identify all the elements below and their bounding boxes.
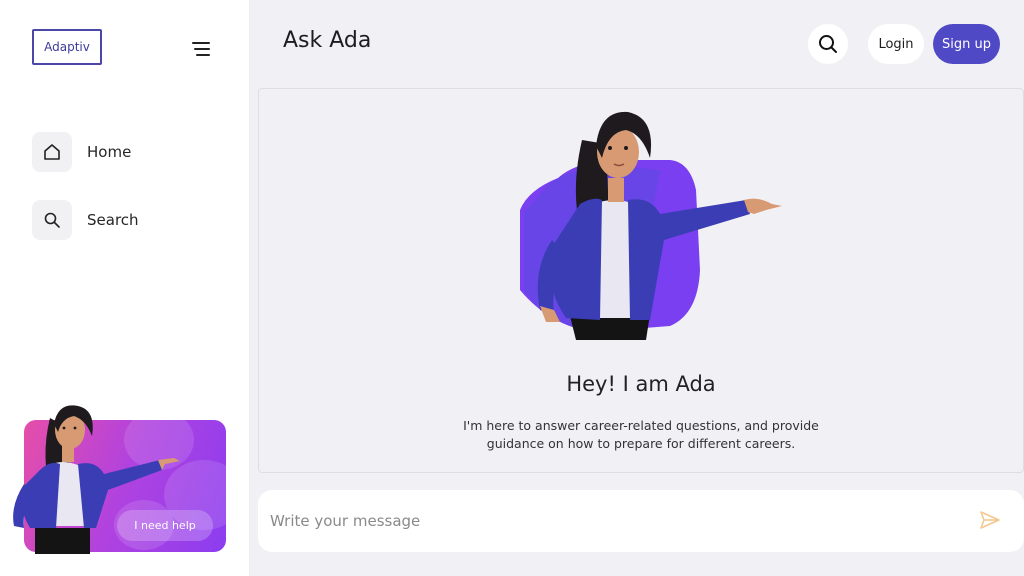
help-button[interactable]: I need help bbox=[117, 510, 213, 541]
hero-greeting: Hey! I am Ada bbox=[566, 372, 716, 396]
search-icon bbox=[32, 200, 72, 240]
sidebar-item-label: Home bbox=[87, 143, 132, 161]
page-title: Ask Ada bbox=[283, 28, 372, 53]
menu-toggle-icon[interactable] bbox=[188, 38, 214, 60]
sidebar-item-search[interactable]: Search bbox=[32, 200, 139, 240]
message-input[interactable] bbox=[270, 512, 950, 530]
message-composer bbox=[258, 490, 1024, 552]
sidebar: Adaptiv Home Search I need help bbox=[0, 0, 250, 576]
search-icon bbox=[819, 35, 837, 53]
sidebar-item-home[interactable]: Home bbox=[32, 132, 131, 172]
hero-description: I'm here to answer career-related questi… bbox=[463, 418, 819, 451]
login-button[interactable]: Login bbox=[868, 24, 924, 64]
signup-button[interactable]: Sign up bbox=[933, 24, 1000, 64]
home-icon bbox=[32, 132, 72, 172]
send-icon[interactable] bbox=[978, 508, 1002, 532]
sidebar-item-label: Search bbox=[87, 211, 139, 229]
ada-avatar bbox=[520, 111, 782, 340]
logo[interactable]: Adaptiv bbox=[32, 29, 102, 65]
header-search-button[interactable] bbox=[808, 24, 848, 64]
